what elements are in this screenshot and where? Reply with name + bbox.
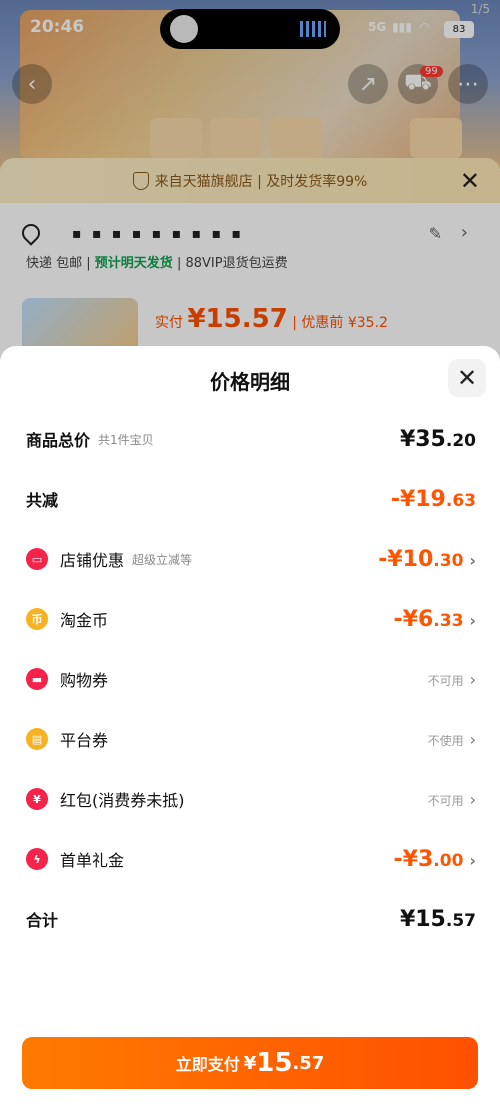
row-shop-discount[interactable]: ▭ 店铺优惠 超级立减等 -¥10 .30 › xyxy=(26,542,476,576)
platform-coupon-icon: ▤ xyxy=(26,728,48,750)
amount-int: -¥3 xyxy=(393,846,434,872)
row-amount: ¥35 .20 xyxy=(400,427,476,452)
status-text: 不使用 xyxy=(427,733,464,748)
close-icon[interactable]: ✕ xyxy=(448,359,486,397)
amount-dec: .63 xyxy=(445,490,476,511)
lightning-icon: ϟ xyxy=(26,848,48,870)
row-taobao-coins[interactable]: 币 淘金币 -¥6 .33 › xyxy=(26,602,476,636)
status-text: 不可用 xyxy=(427,793,464,808)
amount-int: -¥10 xyxy=(378,546,434,572)
coin-icon: 币 xyxy=(26,608,48,630)
chevron-right-icon: › xyxy=(469,669,476,689)
amount-dec: .57 xyxy=(445,910,476,931)
row-label: 平台券 xyxy=(60,731,109,750)
row-amount: ¥15 .57 xyxy=(400,907,476,932)
row-label: 红包(消费券未抵) xyxy=(60,791,185,810)
row-hint: 共1件宝贝 xyxy=(98,432,154,447)
row-total-reduction: 共减 -¥19 .63 xyxy=(26,482,476,516)
row-platform-coupon[interactable]: ▤ 平台券 不使用 › xyxy=(26,722,476,756)
amount-dec: .20 xyxy=(445,430,476,451)
row-amount: -¥6 .33 › xyxy=(394,607,476,632)
pay-amount-int: 15 xyxy=(256,1048,293,1078)
status-text: 不可用 xyxy=(427,673,464,688)
shopping-coupon-icon: ▬ xyxy=(26,668,48,690)
shop-discount-icon: ▭ xyxy=(26,548,48,570)
chevron-right-icon: › xyxy=(469,729,476,749)
row-label: 店铺优惠 xyxy=(60,551,125,570)
sheet-title: 价格明细 xyxy=(210,370,290,394)
row-red-packet[interactable]: ¥ 红包(消费券未抵) 不可用 › xyxy=(26,782,476,816)
row-label: 购物券 xyxy=(60,671,109,690)
chevron-right-icon: › xyxy=(469,550,476,570)
amount-int: -¥19 xyxy=(390,486,446,512)
amount-dec: .30 xyxy=(433,550,464,571)
row-status: 不可用 › xyxy=(428,790,476,809)
pay-currency: ¥ xyxy=(243,1052,257,1074)
row-amount: -¥19 .63 xyxy=(391,487,476,512)
amount-dec: .00 xyxy=(433,850,464,871)
row-amount: -¥10 .30 › xyxy=(378,547,476,572)
red-packet-icon: ¥ xyxy=(26,788,48,810)
amount-int: ¥15 xyxy=(399,906,446,932)
row-first-order-cash[interactable]: ϟ 首单礼金 -¥3 .00 › xyxy=(26,842,476,876)
amount-int: -¥6 xyxy=(393,606,434,632)
price-detail-sheet: 价格明细 ✕ 商品总价 共1件宝贝 ¥35 .20 共减 -¥19 .63 ▭ … xyxy=(0,346,500,1111)
row-grand-total: 合计 ¥15 .57 xyxy=(26,902,476,936)
pay-amount-dec: .57 xyxy=(292,1052,325,1074)
chevron-right-icon: › xyxy=(469,789,476,809)
row-shopping-coupon[interactable]: ▬ 购物券 不可用 › xyxy=(26,662,476,696)
row-status: 不可用 › xyxy=(428,670,476,689)
row-hint: 超级立减等 xyxy=(132,552,193,567)
row-amount: -¥3 .00 › xyxy=(394,847,476,872)
row-label: 合计 xyxy=(26,911,59,930)
chevron-right-icon: › xyxy=(469,610,476,630)
row-label: 共减 xyxy=(26,491,59,510)
row-label: 首单礼金 xyxy=(60,851,125,870)
row-status: 不使用 › xyxy=(428,730,476,749)
amount-int: ¥35 xyxy=(399,426,446,452)
row-goods-total: 商品总价 共1件宝贝 ¥35 .20 xyxy=(26,422,476,456)
chevron-right-icon: › xyxy=(469,850,476,870)
pay-now-button[interactable]: 立即支付 ¥ 15 .57 xyxy=(22,1037,478,1089)
amount-dec: .33 xyxy=(433,610,464,631)
pay-label: 立即支付 xyxy=(175,1055,240,1074)
row-label: 商品总价 xyxy=(26,431,91,450)
row-label: 淘金币 xyxy=(60,611,109,630)
